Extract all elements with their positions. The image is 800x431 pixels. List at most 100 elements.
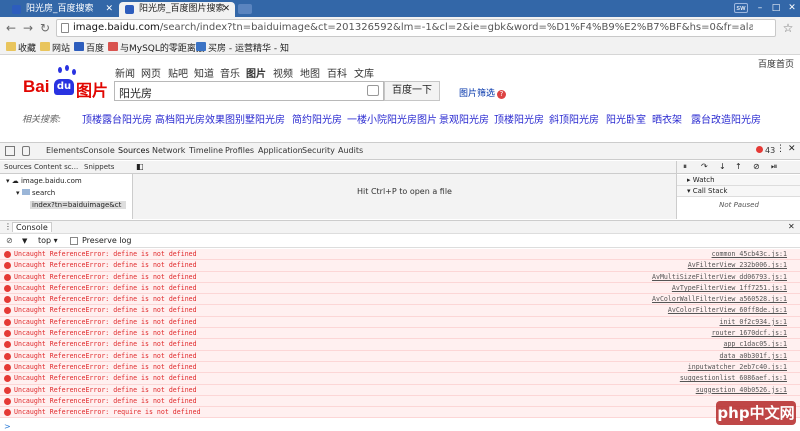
forward-icon[interactable]: → <box>20 20 36 36</box>
new-tab-button[interactable] <box>238 4 252 14</box>
related-link[interactable]: 一楼小院阳光房图片 <box>347 111 437 126</box>
tab-audits[interactable]: Audits <box>338 146 363 155</box>
bookmark-folder[interactable]: 网站 <box>40 41 70 54</box>
preserve-log-checkbox[interactable] <box>70 237 78 245</box>
baidu-logo[interactable]: Bai du 图片 <box>23 65 108 100</box>
nav-music[interactable]: 音乐 <box>220 65 240 80</box>
bookmark-item[interactable]: 百度 <box>74 41 104 54</box>
image-filter-link[interactable]: 图片筛选? <box>459 86 507 99</box>
related-link[interactable]: 景观阳光房 <box>439 111 489 126</box>
nav-image[interactable]: 图片 <box>246 65 266 80</box>
baidu-home-link[interactable]: 百度首页 <box>758 57 794 70</box>
error-source-link[interactable]: AvMultiSizeFilterView_dd06793.js:1 <box>652 272 787 282</box>
maximize-icon[interactable]: □ <box>768 2 784 14</box>
error-source-link[interactable]: suggestion_40b0526.js:1 <box>696 385 787 395</box>
console-error-row[interactable]: Uncaught ReferenceError: define is not d… <box>0 339 800 351</box>
minimize-icon[interactable]: – <box>752 2 768 14</box>
search-button[interactable]: 百度一下 <box>384 81 440 101</box>
drawer-menu-icon[interactable]: ⋮ <box>4 222 12 231</box>
back-icon[interactable]: ← <box>3 20 19 36</box>
pause-icon[interactable]: ⏸ <box>683 162 687 172</box>
error-counter[interactable]: 43 <box>756 146 775 155</box>
step-over-icon[interactable]: ↷ <box>701 162 708 171</box>
error-source-link[interactable]: router_1670dcf.js:1 <box>712 328 787 338</box>
error-source-link[interactable]: AvTypeFilterView_1ff7251.js:1 <box>672 283 787 293</box>
search-input[interactable]: 阳光房 <box>114 81 384 101</box>
related-link[interactable]: 阳光卧室 <box>606 111 646 126</box>
error-source-link[interactable]: data_a0b301f.js:1 <box>720 351 788 361</box>
error-source-link[interactable]: app_c1dac05.js:1 <box>723 339 787 349</box>
tab-console[interactable]: Console <box>83 146 115 155</box>
subtab-content-scripts[interactable]: Content sc... <box>34 163 78 171</box>
tree-item-domain[interactable]: ▾ ☁ image.baidu.com <box>6 177 82 185</box>
console-error-row[interactable]: Uncaught ReferenceError: require is not … <box>0 407 800 419</box>
bookmark-item[interactable]: 与MySQL的零距离接 <box>108 41 205 54</box>
bookmark-folder[interactable]: 收藏 <box>6 41 36 54</box>
console-error-row[interactable]: Uncaught ReferenceError: define is not d… <box>0 260 800 272</box>
console-error-row[interactable]: Uncaught ReferenceError: define is not d… <box>0 282 800 295</box>
tab-timeline[interactable]: Timeline <box>189 146 223 155</box>
tab-elements[interactable]: Elements <box>46 146 83 155</box>
context-select[interactable]: top ▾ <box>38 236 58 245</box>
filter-icon[interactable]: ▼ <box>22 237 27 245</box>
error-source-link[interactable]: AvColorFilterView_60ff8de.js:1 <box>668 305 787 315</box>
subtab-sources[interactable]: Sources <box>4 163 32 171</box>
close-window-icon[interactable]: ✕ <box>784 2 800 14</box>
nav-wenku[interactable]: 文库 <box>354 65 374 80</box>
nav-video[interactable]: 视频 <box>273 65 293 80</box>
console-error-row[interactable]: Uncaught ReferenceError: define is not d… <box>0 294 800 306</box>
nav-zhidao[interactable]: 知道 <box>194 65 214 80</box>
deactivate-breakpoints-icon[interactable]: ⊘ <box>753 162 760 171</box>
tab-security[interactable]: Security <box>302 146 335 155</box>
call-stack-panel[interactable]: ▾ Call Stack <box>677 186 800 197</box>
console-error-row[interactable]: Uncaught ReferenceError: define is not d… <box>0 373 800 385</box>
related-link[interactable]: 晒衣架 <box>652 111 682 126</box>
close-devtools-icon[interactable]: ✕ <box>788 144 796 154</box>
console-error-row[interactable]: Uncaught ReferenceError: define is not d… <box>0 395 800 408</box>
nav-baike[interactable]: 百科 <box>327 65 347 80</box>
subtab-snippets[interactable]: Snippets <box>84 163 114 171</box>
close-tab-icon[interactable]: ✕ <box>222 2 230 17</box>
console-error-row[interactable]: Uncaught ReferenceError: define is not d… <box>0 361 800 374</box>
error-source-link[interactable]: suggestionlist_6086aef.js:1 <box>680 373 787 383</box>
error-source-link[interactable]: init_0f2c934.js:1 <box>720 317 788 327</box>
console-error-row[interactable]: Uncaught ReferenceError: define is not d… <box>0 384 800 396</box>
user-badge[interactable]: sw <box>734 3 748 13</box>
error-source-link[interactable]: AvFilterView_232b006.js:1 <box>688 260 787 270</box>
error-source-link[interactable]: AvColorWallFilterView_a560528.js:1 <box>652 294 787 304</box>
address-bar[interactable]: image.baidu.com/search/index?tn=baiduima… <box>56 19 776 37</box>
related-link[interactable]: 高档阳光房效果图 <box>155 111 235 126</box>
tab-profiles[interactable]: Profiles <box>225 146 254 155</box>
bookmark-item[interactable]: 买房 - 运营精华 - 知 <box>196 41 289 54</box>
console-error-row[interactable]: Uncaught ReferenceError: define is not d… <box>0 316 800 329</box>
console-drawer-tab[interactable]: Console <box>12 222 52 232</box>
more-menu-icon[interactable]: ⋮ <box>776 144 785 154</box>
browser-tab-2[interactable]: 阳光房_百度图片搜索 ✕ <box>119 2 235 17</box>
nav-map[interactable]: 地图 <box>300 65 320 80</box>
tree-item-file[interactable]: index?tn=baiduimage&ct <box>30 201 126 209</box>
tab-application[interactable]: Application <box>258 146 303 155</box>
console-error-row[interactable]: Uncaught ReferenceError: define is not d… <box>0 350 800 362</box>
tab-sources[interactable]: Sources <box>118 146 150 155</box>
related-link[interactable]: 简约阳光房 <box>292 111 342 126</box>
related-link[interactable]: 露台改造阳光房 <box>691 111 761 126</box>
console-error-row[interactable]: Uncaught ReferenceError: define is not d… <box>0 249 800 261</box>
pause-on-exceptions-icon[interactable]: ⏯ <box>771 162 777 172</box>
step-into-icon[interactable]: ↓ <box>719 162 726 171</box>
page-info-icon[interactable] <box>61 23 69 33</box>
nav-web[interactable]: 网页 <box>141 65 161 80</box>
related-link[interactable]: 别墅阳光房 <box>235 111 285 126</box>
browser-tab-1[interactable]: 阳光房_百度搜索 ✕ <box>6 2 118 17</box>
console-error-row[interactable]: Uncaught ReferenceError: define is not d… <box>0 271 800 283</box>
related-link[interactable]: 顶楼阳光房 <box>494 111 544 126</box>
console-error-row[interactable]: Uncaught ReferenceError: define is not d… <box>0 305 800 317</box>
watch-panel[interactable]: ▸ Watch <box>677 175 800 186</box>
device-mode-icon[interactable] <box>22 146 30 156</box>
related-link[interactable]: 斜顶阳光房 <box>549 111 599 126</box>
star-icon[interactable]: ☆ <box>780 20 796 36</box>
close-tab-icon[interactable]: ✕ <box>105 2 113 17</box>
tab-network[interactable]: Network <box>152 146 185 155</box>
tree-item-folder[interactable]: ▾ search <box>16 189 55 197</box>
inspect-icon[interactable] <box>5 146 15 156</box>
nav-news[interactable]: 新闻 <box>115 65 135 80</box>
